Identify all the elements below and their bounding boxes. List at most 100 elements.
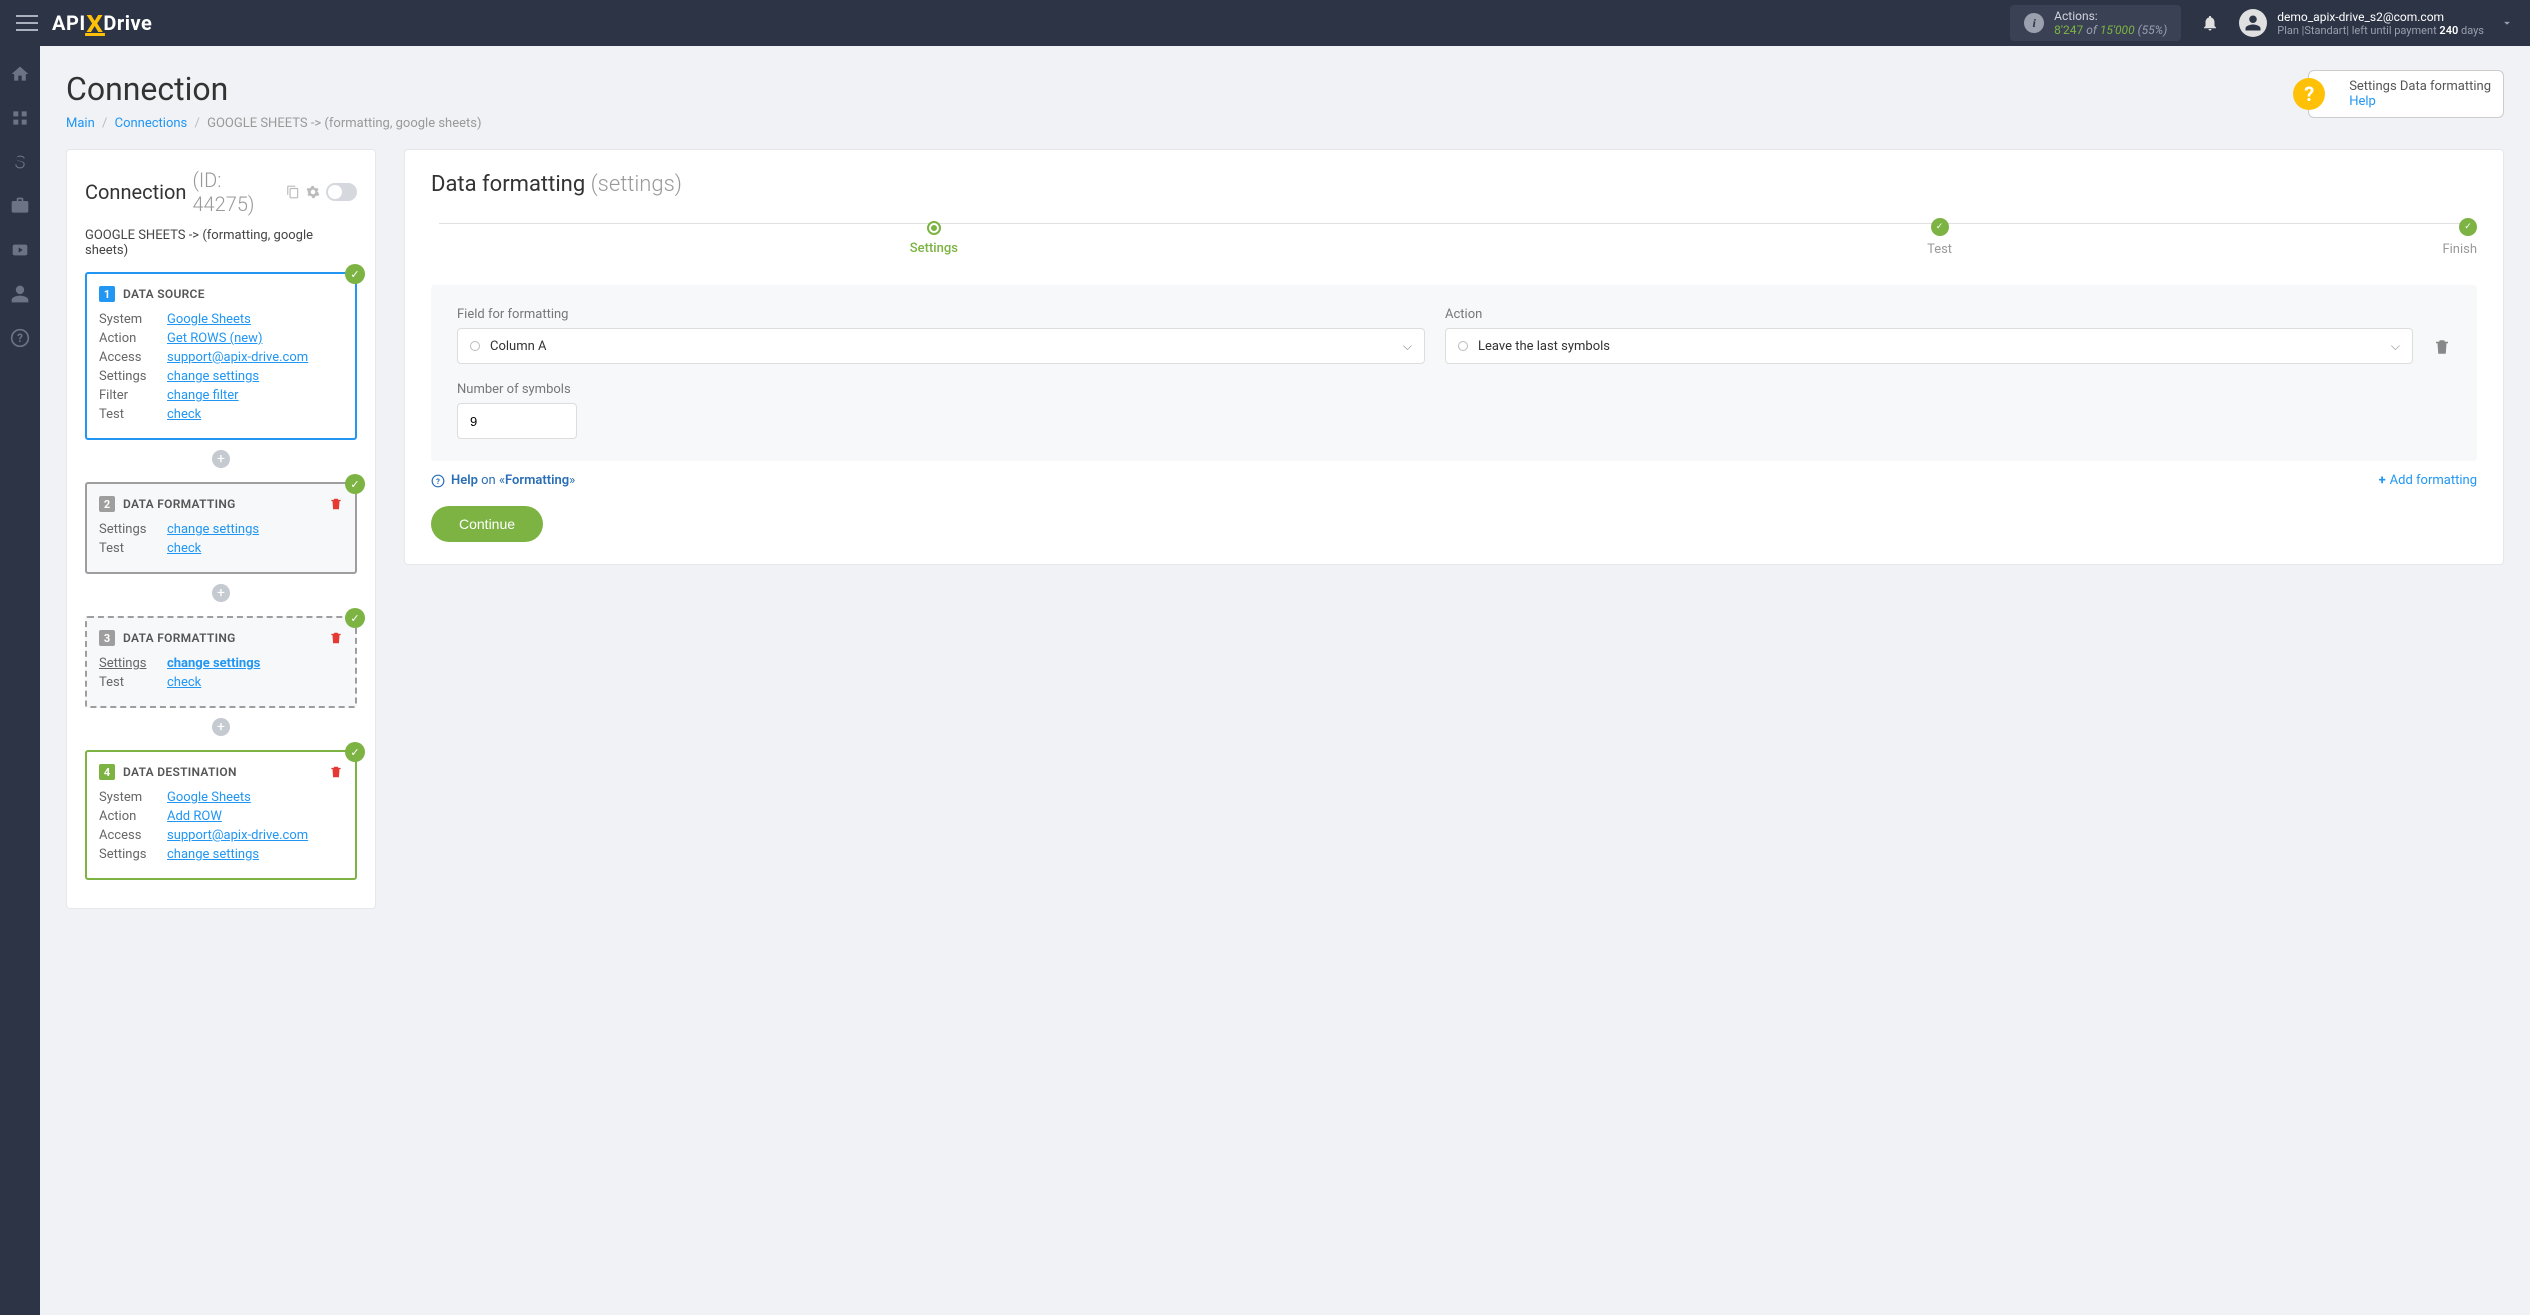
actions-pct: (55%) [2138,23,2168,37]
step-test[interactable]: ✓ Test [1437,217,2443,257]
field-label: Field for formatting [457,307,1425,322]
source-access[interactable]: support@apix-drive.com [167,350,308,365]
stepper: Settings ✓ Test ✓ Finish [431,217,2477,257]
connection-panel: Connection (ID: 44275) GOOGLE SHEETS -> … [66,149,376,909]
user-plan: Plan |Standart| left until payment 240 d… [2277,24,2484,37]
fmt1-settings[interactable]: change settings [167,522,259,537]
add-step-button[interactable]: + [212,584,230,602]
fmt2-test[interactable]: check [167,675,201,690]
help-link[interactable]: ? Help on «Formatting» [431,473,575,488]
block-number: 3 [99,630,115,646]
block-title: DATA SOURCE [123,287,205,301]
logo-x: X [85,15,105,36]
logo-text2: Drive [103,11,152,35]
step-finish[interactable]: ✓ Finish [2442,217,2477,257]
dest-access[interactable]: support@apix-drive.com [167,828,308,843]
check-icon: ✓ [345,474,365,494]
hamburger-menu[interactable] [16,15,38,31]
info-icon: i [2024,13,2044,33]
gear-icon[interactable] [306,185,320,199]
page-title: Connection [66,70,481,108]
billing-icon[interactable] [8,150,32,174]
content-title: Data formatting (settings) [431,172,2477,197]
check-icon: ✓ [345,264,365,284]
source-filter[interactable]: change filter [167,388,239,403]
trash-icon[interactable] [329,631,343,645]
chevron-down-icon [2500,16,2514,30]
user-nav-icon[interactable] [8,282,32,306]
breadcrumb-main[interactable]: Main [66,116,95,131]
connection-id: (ID: 44275) [192,168,280,216]
add-formatting-link[interactable]: + Add formatting [2379,473,2477,488]
delete-row-icon[interactable] [2433,338,2451,364]
connection-panel-title: Connection (ID: 44275) [85,168,357,216]
block-number: 2 [99,496,115,512]
connection-name: GOOGLE SHEETS -> (formatting, google she… [85,228,357,258]
source-test[interactable]: check [167,407,201,422]
check-icon: ✓ [345,608,365,628]
breadcrumb: Main / Connections / GOOGLE SHEETS -> (f… [66,116,481,131]
logo[interactable]: APIXDrive [52,11,152,35]
actions-counter[interactable]: i Actions: 8'247 of 15'000 (55%) [2010,5,2181,41]
add-step-button[interactable]: + [212,450,230,468]
trash-icon[interactable] [329,497,343,511]
continue-button[interactable]: Continue [431,506,543,542]
question-icon: ? [2293,78,2325,110]
chevron-down-icon: ⌵ [2391,339,2400,354]
block-data-formatting-1[interactable]: ✓ 2 DATA FORMATTING Settingschange setti… [85,482,357,574]
trash-icon[interactable] [329,765,343,779]
enable-toggle[interactable] [326,183,357,201]
briefcase-icon[interactable] [8,194,32,218]
action-value: Leave the last symbols [1478,339,1610,354]
block-data-destination[interactable]: ✓ 4 DATA DESTINATION SystemGoogle Sheets… [85,750,357,880]
block-title: DATA FORMATTING [123,497,236,511]
block-title: DATA DESTINATION [123,765,237,779]
help-widget-title: Settings Data formatting [2349,79,2491,94]
actions-total: 15'000 [2100,23,2135,37]
step-settings[interactable]: Settings [431,219,1437,256]
block-number: 1 [99,286,115,302]
action-select[interactable]: Leave the last symbols ⌵ [1445,328,2413,364]
field-select[interactable]: Column A ⌵ [457,328,1425,364]
home-icon[interactable] [8,62,32,86]
help-widget-link[interactable]: Help [2349,94,2376,109]
topbar: APIXDrive i Actions: 8'247 of 15'000 (55… [0,0,2530,46]
dest-settings[interactable]: change settings [167,847,259,862]
source-settings[interactable]: change settings [167,369,259,384]
user-menu[interactable]: demo_apix-drive_s2@com.com Plan |Standar… [2239,9,2514,37]
source-action[interactable]: Get ROWS (new) [167,331,262,346]
svg-text:?: ? [436,476,440,485]
actions-of: of [2086,23,2097,37]
content-panel: Data formatting (settings) Settings ✓ Te… [404,149,2504,565]
block-number: 4 [99,764,115,780]
add-step-button[interactable]: + [212,718,230,736]
bell-icon[interactable] [2201,14,2219,32]
connections-icon[interactable] [8,106,32,130]
check-icon: ✓ [345,742,365,762]
form-area: Field for formatting Column A ⌵ Action [431,285,2477,461]
left-nav: ? [0,46,40,1315]
logo-text: API [52,11,86,35]
chevron-down-icon: ⌵ [1403,339,1412,354]
actions-label: Actions: [2054,9,2167,23]
user-email: demo_apix-drive_s2@com.com [2277,10,2484,24]
fmt1-test[interactable]: check [167,541,201,556]
block-data-source[interactable]: ✓ 1 DATA SOURCE SystemGoogle Sheets Acti… [85,272,357,440]
number-input[interactable] [457,403,577,439]
radio-icon [470,341,480,351]
fmt2-settings[interactable]: change settings [167,656,260,671]
block-data-formatting-2[interactable]: ✓ 3 DATA FORMATTING Settingschange setti… [85,616,357,708]
breadcrumb-connections[interactable]: Connections [115,116,188,131]
block-title: DATA FORMATTING [123,631,236,645]
svg-text:?: ? [17,331,23,345]
avatar-icon [2239,9,2267,37]
dest-system[interactable]: Google Sheets [167,790,251,805]
breadcrumb-current: GOOGLE SHEETS -> (formatting, google she… [207,116,481,131]
dest-action[interactable]: Add ROW [167,809,222,824]
help-nav-icon[interactable]: ? [8,326,32,350]
source-system[interactable]: Google Sheets [167,312,251,327]
help-widget[interactable]: ? Settings Data formatting Help [2308,70,2504,118]
actions-used: 8'247 [2054,23,2083,37]
copy-icon[interactable] [286,185,300,199]
youtube-icon[interactable] [8,238,32,262]
